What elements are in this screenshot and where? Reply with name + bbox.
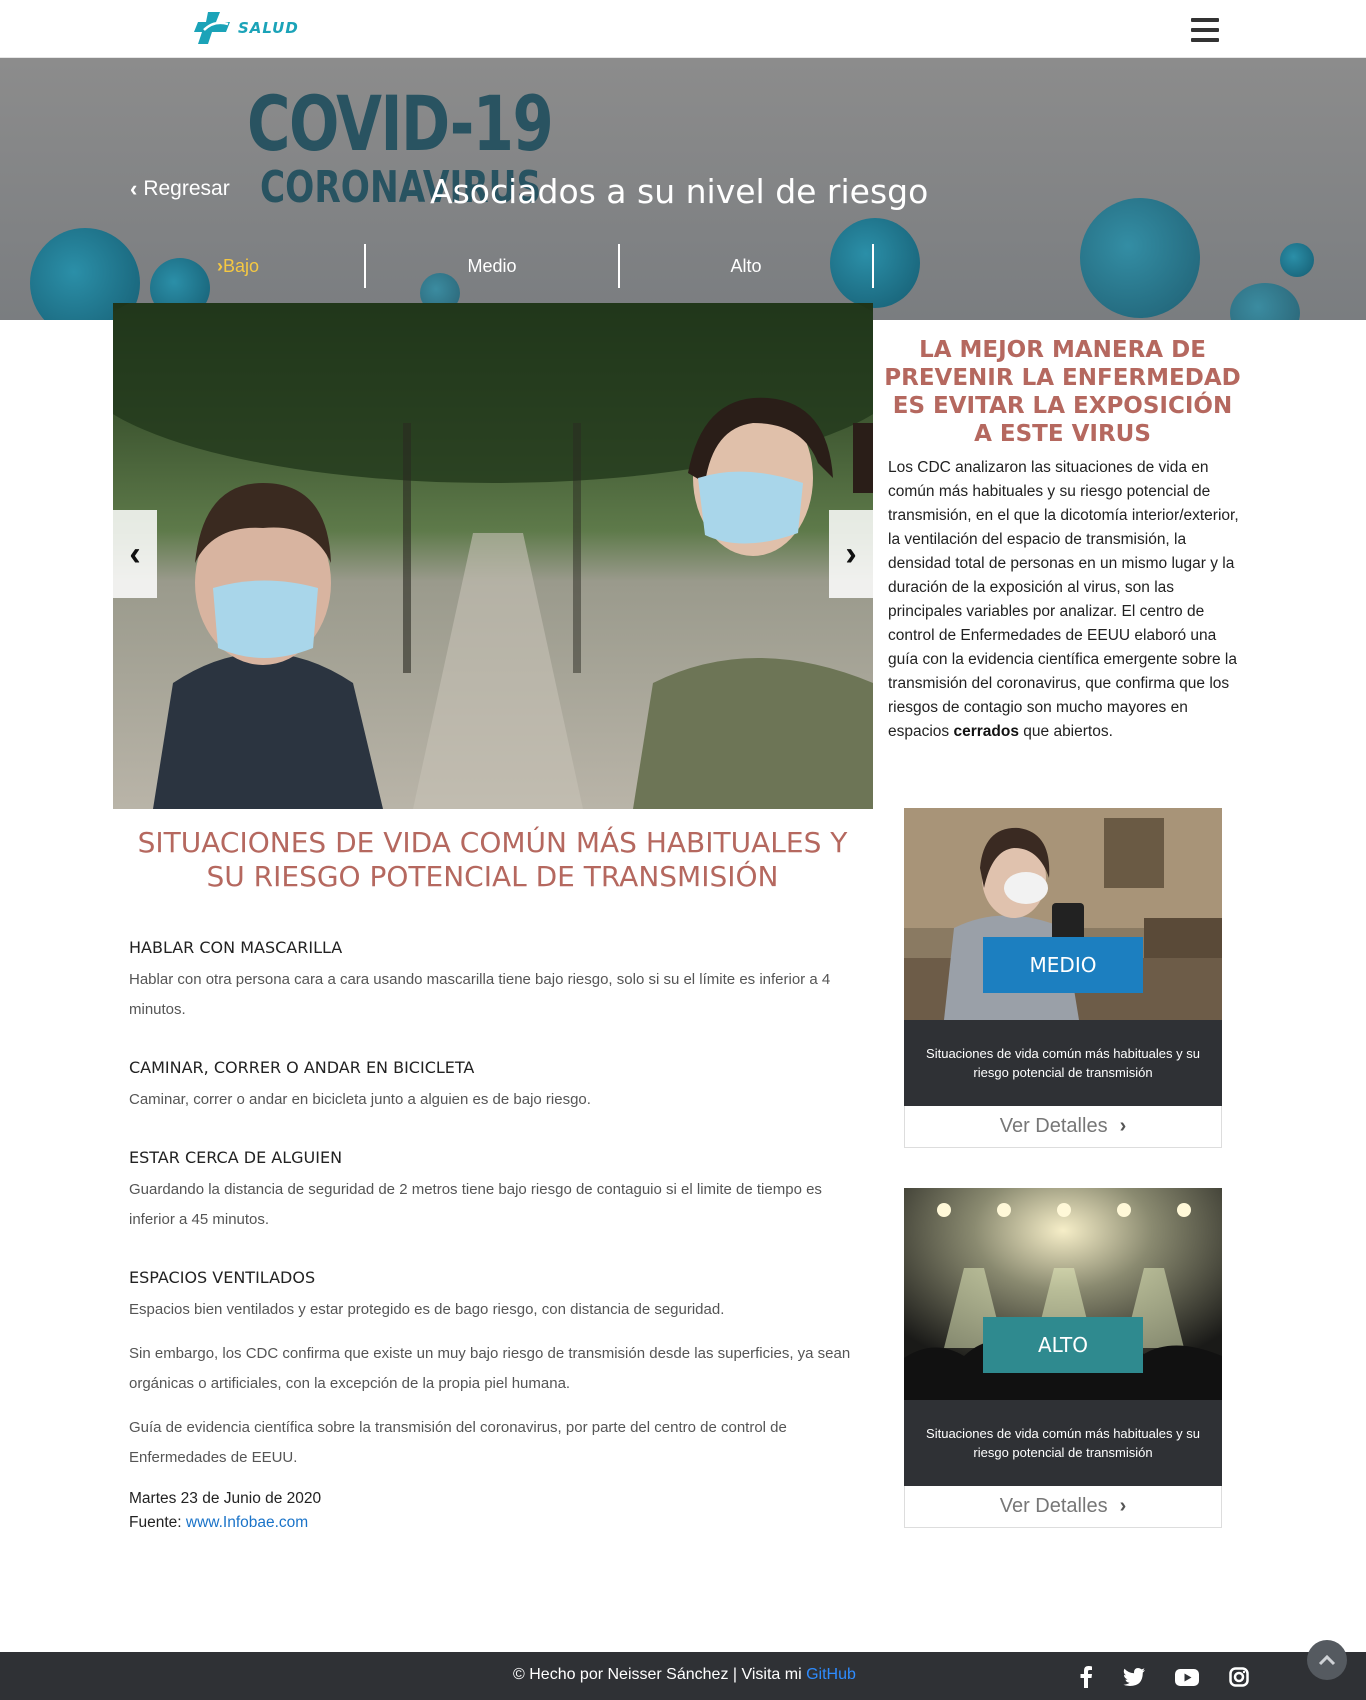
tab-label: Alto [730,255,762,276]
chevron-right-icon: › [845,534,857,573]
logo-text: SALUD [238,19,299,37]
github-link[interactable]: GitHub [806,1666,856,1683]
tab-label: Medio [467,255,517,276]
carousel-next-button[interactable]: › [829,510,873,598]
salud-cross-icon [194,12,230,44]
article-body: HABLAR CON MASCARILLA Hablar con otra pe… [129,938,859,1535]
virus-decoration [1230,283,1300,320]
hero-covid-text: COVID-19 [247,79,554,168]
aside-text-part: que abiertos. [1018,723,1113,740]
section-heading: ESTAR CERCA DE ALGUIEN [129,1148,343,1167]
section-text: Espacios bien ventilados y estar protegi… [129,1301,725,1318]
source-link[interactable]: www.Infobae.com [186,1514,308,1531]
tab-alto[interactable]: Alto [620,244,874,288]
virus-decoration [1280,243,1314,277]
hamburger-menu-icon[interactable] [1191,18,1219,42]
article-section: ESPACIOS VENTILADOS Espacios bien ventil… [129,1268,859,1325]
instagram-icon[interactable] [1226,1664,1252,1690]
article-paragraph: Sin embargo, los CDC confirma que existe… [129,1345,851,1392]
footer: © Hecho por Neisser Sánchez | Visita mi … [0,1652,1366,1700]
view-details-button[interactable]: Ver Detalles › [904,1486,1222,1528]
card-image: MEDIO [904,808,1222,1020]
chevron-left-icon: ‹ [129,534,141,573]
aside-text: Los CDC analizaron las situaciones de vi… [888,456,1243,744]
facebook-icon[interactable] [1073,1664,1099,1690]
risk-level-tabs: › Bajo Medio Alto [112,244,874,288]
article-title: SITUACIONES DE VIDA COMÚN MÁS HABITUALES… [137,826,848,893]
card-badge[interactable]: MEDIO [983,937,1143,993]
view-details-button[interactable]: Ver Detalles › [904,1106,1222,1148]
section-text: Hablar con otra persona cara a cara usan… [129,971,831,1018]
carousel-prev-button[interactable]: ‹ [113,510,157,598]
hero-banner: COVID-19 CORONAVIRUS ‹ Regresar Asociado… [0,58,1366,320]
carousel-photo [113,303,873,809]
image-carousel[interactable]: ‹ › [113,303,873,809]
card-badge[interactable]: ALTO [983,1317,1143,1373]
article-paragraph: Guía de evidencia científica sobre la tr… [129,1419,787,1466]
aside-title: LA MEJOR MANERA DE PREVENIR LA ENFERMEDA… [884,337,1241,447]
chevron-right-icon: › [1119,1115,1127,1137]
tab-label: Bajo [222,255,260,276]
tab-medio[interactable]: Medio [366,244,620,288]
article-date: Martes 23 de Junio de 2020 [129,1490,322,1507]
risk-card-medio: MEDIO Situaciones de vida común más habi… [904,808,1222,1148]
section-heading: ESPACIOS VENTILADOS [129,1268,316,1287]
chevron-up-icon [1318,1654,1336,1666]
section-text: Caminar, correr o andar en bicicleta jun… [129,1091,591,1108]
tab-bajo[interactable]: › Bajo [112,244,366,288]
section-heading: CAMINAR, CORRER O ANDAR EN BICICLETA [129,1058,475,1077]
footer-credit: © Hecho por Neisser Sánchez | Visita mi … [513,1666,856,1684]
back-label: Regresar [143,177,230,200]
card-image: ALTO [904,1188,1222,1400]
youtube-icon[interactable] [1174,1664,1200,1690]
section-heading: HABLAR CON MASCARILLA [129,938,343,957]
article-section: CAMINAR, CORRER O ANDAR EN BICICLETA Cam… [129,1058,859,1115]
aside-text-part: Los CDC analizaron las situaciones de vi… [888,459,1239,740]
aside-bold-word: cerrados [953,723,1019,740]
scroll-to-top-button[interactable] [1307,1640,1347,1680]
chevron-left-icon: ‹ [130,176,138,201]
button-label: Ver Detalles [999,1495,1108,1517]
footer-credit-text: © Hecho por Neisser Sánchez | Visita mi [513,1666,807,1683]
top-navbar: SALUD [0,0,1366,58]
card-description: Situaciones de vida común más habituales… [904,1400,1222,1486]
page-title: Asociados a su nivel de riesgo [430,172,929,211]
virus-decoration [1080,198,1200,318]
twitter-icon[interactable] [1121,1664,1147,1690]
chevron-right-icon: › [1119,1495,1127,1517]
button-label: Ver Detalles [999,1115,1108,1137]
article-section: HABLAR CON MASCARILLA Hablar con otra pe… [129,938,859,1025]
risk-card-alto: ALTO Situaciones de vida común más habit… [904,1188,1222,1528]
card-description: Situaciones de vida común más habituales… [904,1020,1222,1106]
back-link[interactable]: ‹ Regresar [130,176,230,202]
logo[interactable]: SALUD [190,8,299,48]
source-label: Fuente: [129,1514,186,1531]
section-text: Guardando la distancia de seguridad de 2… [129,1181,822,1228]
article-section: ESTAR CERCA DE ALGUIEN Guardando la dist… [129,1148,859,1235]
article-source: Fuente: www.Infobae.com [129,1511,859,1535]
